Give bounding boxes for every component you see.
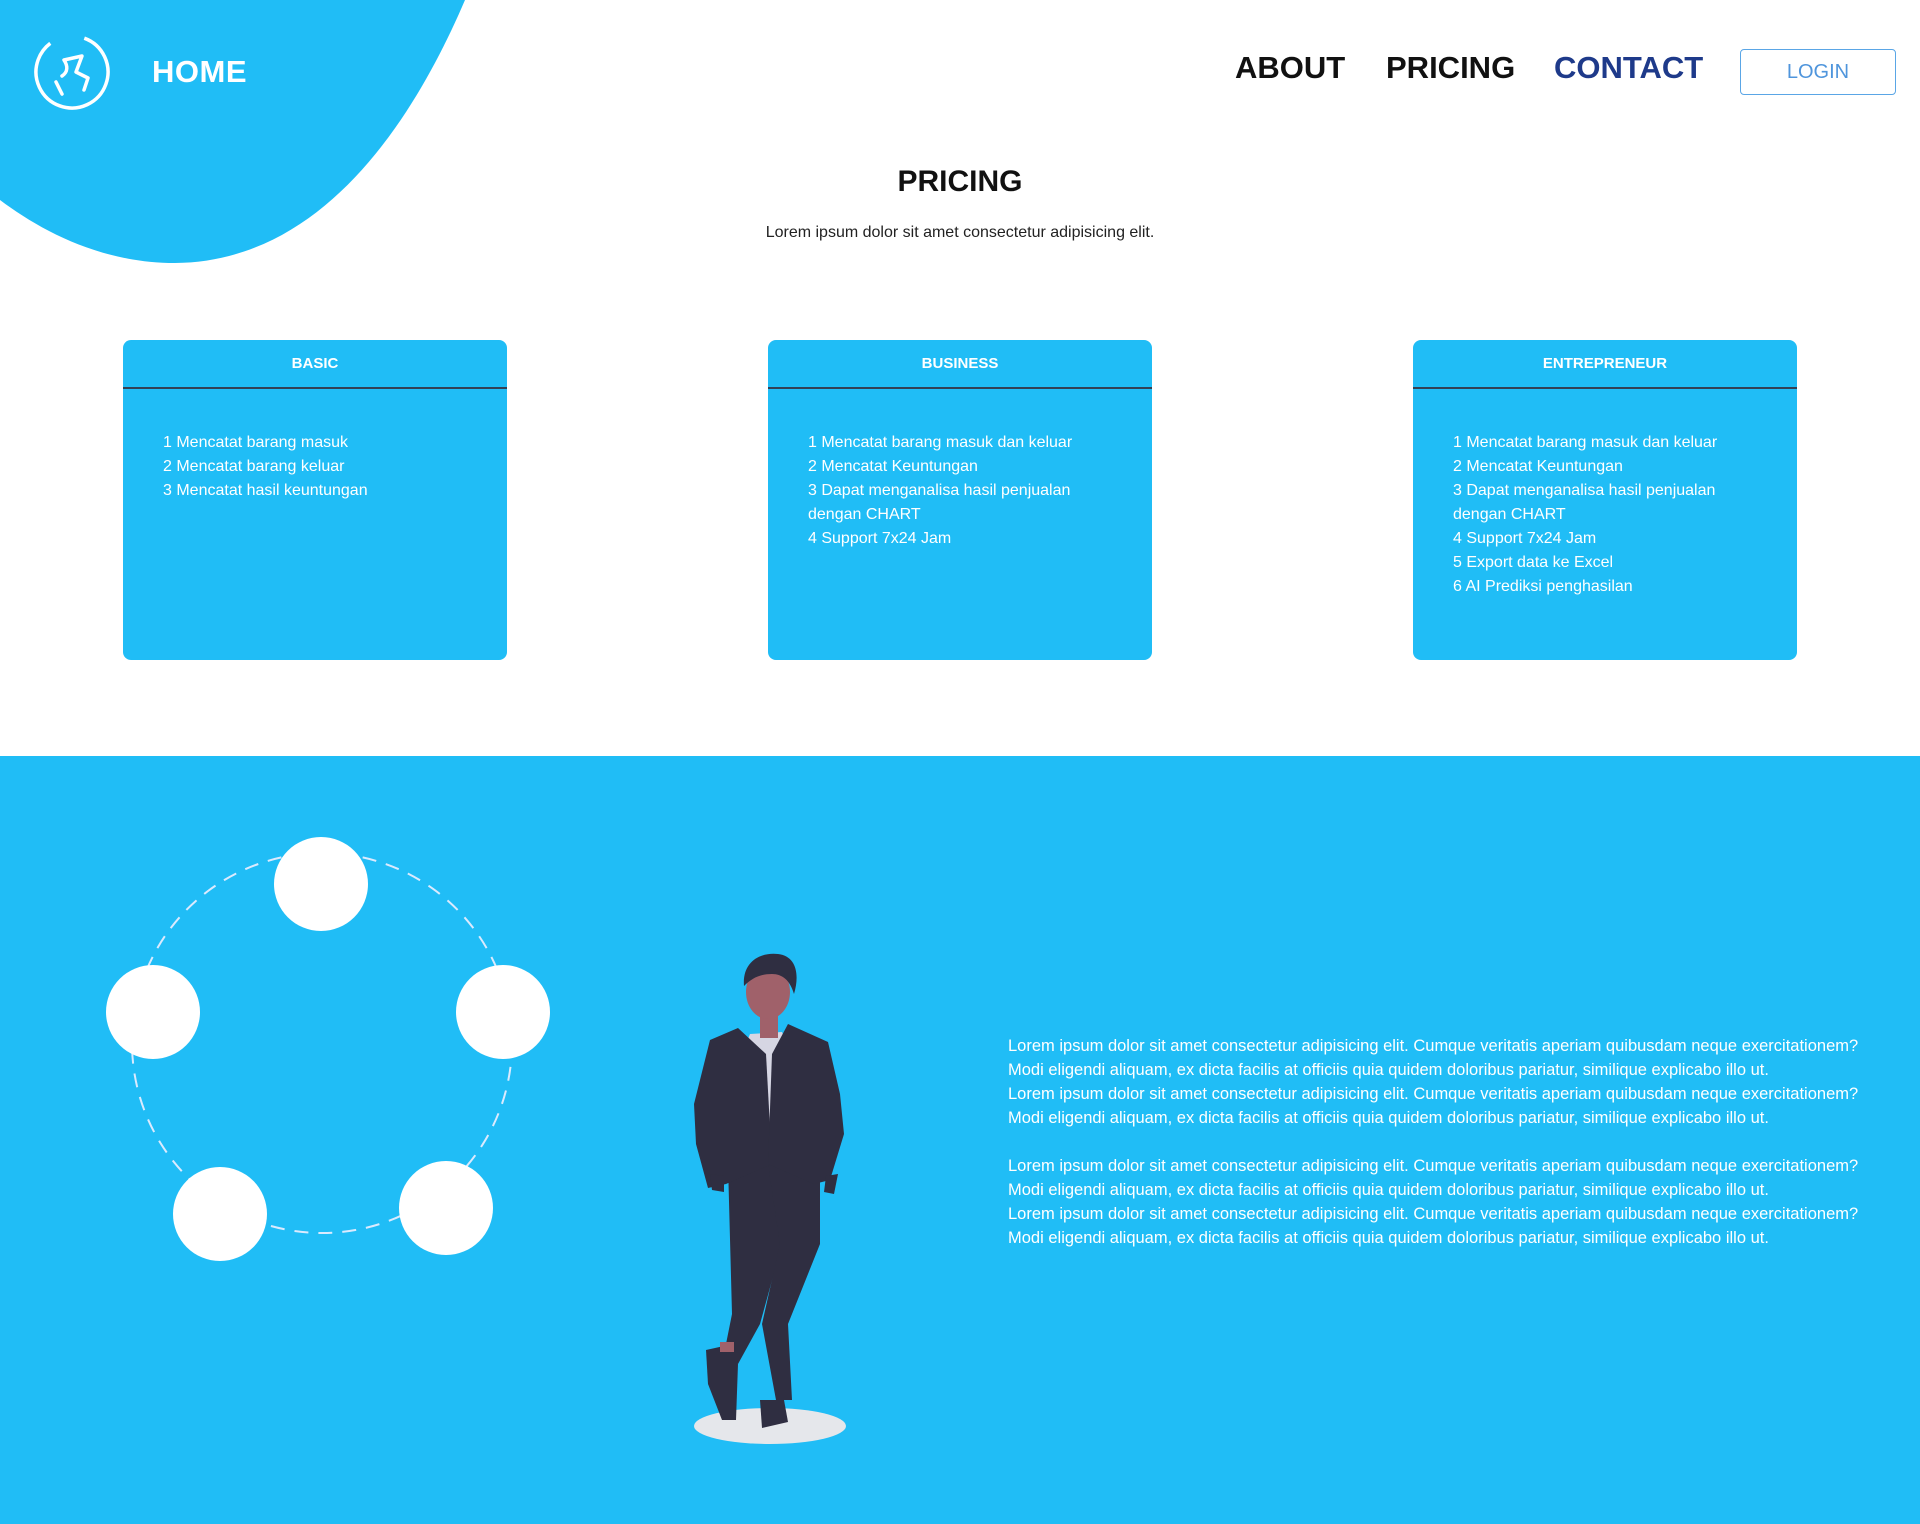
plan-card-basic[interactable]: BASIC 1 Mencatat barang masuk 2 Mencatat… [123,340,507,660]
info-paragraph: Lorem ipsum dolor sit amet consectetur a… [1008,1037,1859,1079]
info-paragraph: Lorem ipsum dolor sit amet consectetur a… [1008,1157,1859,1199]
plan-feature-list: 1 Mencatat barang masuk dan keluar 2 Men… [768,389,1152,551]
cycle-node [456,965,550,1059]
plan-feature: 1 Mencatat barang masuk dan keluar [808,434,1073,451]
logo-icon[interactable] [32,32,112,112]
cycle-node [399,1161,493,1255]
plan-feature: 2 Mencatat Keuntungan [808,458,978,475]
plan-feature: 3 Mencatat hasil keuntungan [163,482,368,499]
nav-pricing[interactable]: PRICING [1386,50,1515,86]
cycle-diagram-illustration [106,837,550,1261]
pricing-subtitle: Lorem ipsum dolor sit amet consectetur a… [765,224,1155,241]
plan-card-entrepreneur[interactable]: ENTREPRENEUR 1 Mencatat barang masuk dan… [1413,340,1797,660]
nav-home[interactable]: HOME [152,54,247,90]
nav-about[interactable]: ABOUT [1235,50,1345,86]
plan-feature: 5 Export data ke Excel [1453,554,1614,571]
nav-contact[interactable]: CONTACT [1554,50,1703,86]
plan-feature: 2 Mencatat barang keluar [163,458,345,475]
plan-card-business[interactable]: BUSINESS 1 Mencatat barang masuk dan kel… [768,340,1152,660]
plan-feature: 4 Support 7x24 Jam [808,530,952,547]
plan-feature: 2 Mencatat Keuntungan [1453,458,1623,475]
plan-feature: 1 Mencatat barang masuk dan keluar [1453,434,1718,451]
info-paragraph: Lorem ipsum dolor sit amet consectetur a… [1008,1205,1859,1247]
plan-feature: 3 Dapat menganalisa hasil penjualan deng… [808,482,1071,523]
cycle-node [106,965,200,1059]
info-paragraph: Lorem ipsum dolor sit amet consectetur a… [1008,1085,1859,1127]
plan-feature: 4 Support 7x24 Jam [1453,530,1597,547]
plan-card-title: BASIC [123,340,507,389]
plan-card-title: ENTREPRENEUR [1413,340,1797,389]
pricing-title: PRICING [897,165,1023,198]
businessman-illustration [694,953,846,1444]
cycle-node [274,837,368,931]
plan-feature: 1 Mencatat barang masuk [163,434,348,451]
plan-card-title: BUSINESS [768,340,1152,389]
plan-feature: 6 AI Prediksi penghasilan [1453,578,1633,595]
plan-feature-list: 1 Mencatat barang masuk dan keluar 2 Men… [1413,389,1797,599]
plan-feature-list: 1 Mencatat barang masuk 2 Mencatat baran… [123,389,507,503]
plan-feature: 3 Dapat menganalisa hasil penjualan deng… [1453,482,1716,523]
info-text: Lorem ipsum dolor sit amet consectetur a… [1008,1034,1888,1250]
cycle-node [173,1167,267,1261]
login-button[interactable]: LOGIN [1740,49,1896,95]
